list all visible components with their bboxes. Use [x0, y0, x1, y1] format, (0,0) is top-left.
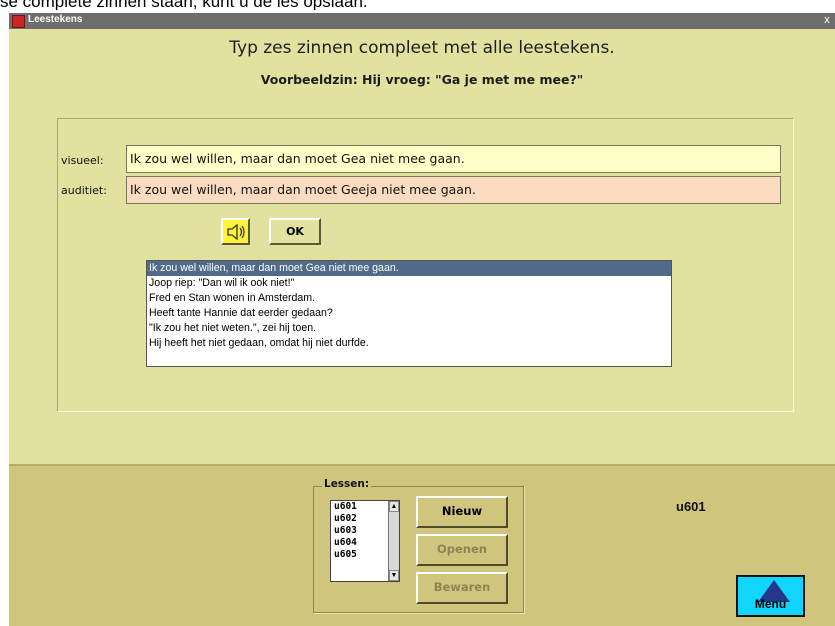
menu-button[interactable]: Menu — [736, 575, 805, 617]
bottom-panel: Lessen: u601 u602 u603 u604 u605 ▲ ▼ Nie… — [9, 464, 835, 626]
new-lesson-button[interactable]: Nieuw — [416, 496, 508, 528]
open-lesson-button[interactable]: Openen — [416, 534, 508, 566]
scroll-down-icon[interactable]: ▼ — [389, 570, 399, 581]
app-icon — [12, 15, 25, 28]
sentence-item[interactable]: Fred en Stan wonen in Amsterdam. — [147, 291, 671, 306]
sentence-item[interactable]: Heeft tante Hannie dat eerder gedaan? — [147, 306, 671, 321]
sentence-list[interactable]: Ik zou wel willen, maar dan moet Gea nie… — [146, 260, 672, 367]
lessons-group: Lessen: u601 u602 u603 u604 u605 ▲ ▼ Nie… — [313, 478, 524, 613]
save-lesson-button[interactable]: Bewaren — [416, 572, 508, 604]
window-titlebar[interactable]: Leestekens x — [9, 13, 835, 29]
example-sentence: Voorbeeldzin: Hij vroeg: "Ga je met me m… — [260, 72, 584, 87]
current-lesson-code: u601 — [676, 499, 706, 514]
sentence-item[interactable]: Ik zou wel willen, maar dan moet Gea nie… — [147, 261, 671, 276]
audio-label: auditiet: — [61, 184, 107, 197]
window-title: Leestekens — [28, 14, 83, 25]
visual-input[interactable]: Ik zou wel willen, maar dan moet Gea nie… — [126, 145, 781, 173]
background-instruction-text: se complete zinnen staan, kunt u de les … — [0, 0, 368, 10]
lesson-scrollbar[interactable]: ▲ ▼ — [388, 501, 399, 581]
lessons-legend: Lessen: — [322, 478, 372, 490]
close-icon[interactable]: x — [821, 14, 833, 27]
sentence-item[interactable]: Joop riep: "Dan wil ik ook niet!" — [147, 276, 671, 291]
audio-input[interactable]: Ik zou wel willen, maar dan moet Geeja n… — [126, 176, 781, 204]
leestekens-window: Leestekens x Typ zes zinnen compleet met… — [9, 13, 835, 626]
exercise-heading: Typ zes zinnen compleet met alle leestek… — [229, 38, 615, 58]
scroll-up-icon[interactable]: ▲ — [389, 501, 399, 512]
visual-label: visueel: — [61, 154, 104, 167]
lesson-list[interactable]: u601 u602 u603 u604 u605 ▲ ▼ — [330, 500, 400, 582]
speaker-icon — [227, 224, 245, 240]
speaker-button[interactable] — [221, 218, 250, 245]
sentence-item[interactable]: "Ik zou het niet weten.", zei hij toen. — [147, 321, 671, 336]
menu-label: Menu — [754, 597, 787, 611]
ok-button[interactable]: OK — [269, 218, 321, 245]
sentence-item[interactable]: Hij heeft het niet gedaan, omdat hij nie… — [147, 336, 671, 351]
